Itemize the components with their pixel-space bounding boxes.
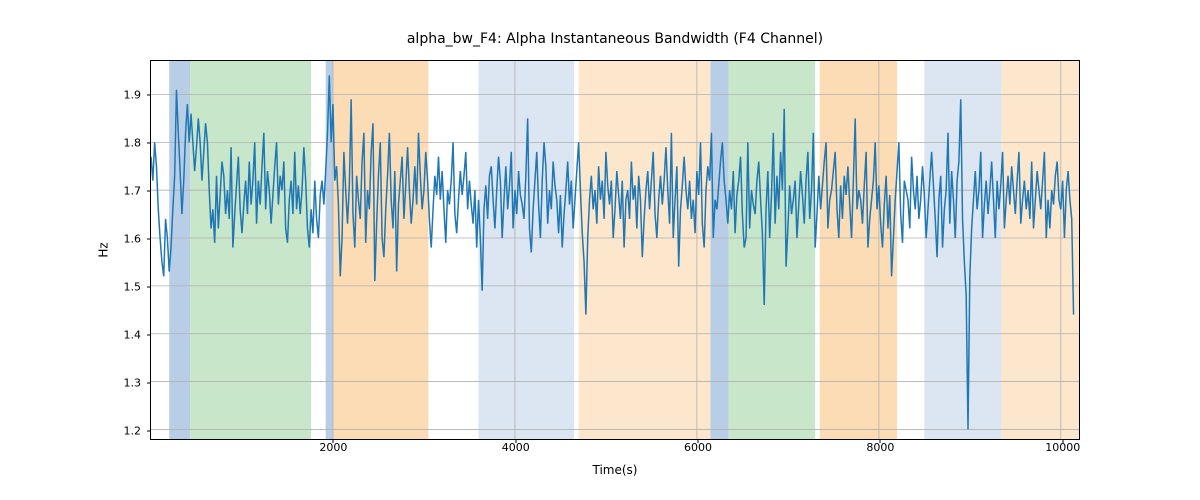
x-tick-mark — [333, 439, 334, 443]
x-tick-mark — [698, 439, 699, 443]
background-region — [190, 61, 311, 439]
y-axis-label: Hz — [97, 242, 111, 257]
y-tick-mark — [147, 94, 151, 95]
y-tick-mark — [147, 287, 151, 288]
y-tick-label: 1.7 — [124, 184, 142, 197]
background-region — [711, 61, 729, 439]
y-tick-mark — [147, 335, 151, 336]
y-tick-mark — [147, 190, 151, 191]
y-tick-label: 1.3 — [124, 377, 142, 390]
background-region-group — [169, 61, 1079, 439]
background-region — [924, 61, 1001, 439]
y-tick-label: 1.4 — [124, 329, 142, 342]
y-tick-mark — [147, 238, 151, 239]
chart-title: alpha_bw_F4: Alpha Instantaneous Bandwid… — [151, 31, 1079, 47]
x-tick-mark — [880, 439, 881, 443]
y-tick-label: 1.8 — [124, 136, 142, 149]
x-tick-labels: 200040006000800010000 — [151, 441, 1079, 457]
background-region — [1002, 61, 1079, 439]
x-tick-mark — [1062, 439, 1063, 443]
y-tick-mark — [147, 142, 151, 143]
plot-svg — [151, 61, 1079, 439]
background-region — [479, 61, 575, 439]
y-tick-label: 1.2 — [124, 425, 142, 438]
y-tick-label: 1.5 — [124, 281, 142, 294]
y-tick-label: 1.6 — [124, 232, 142, 245]
y-tick-mark — [147, 431, 151, 432]
x-axis-label: Time(s) — [151, 463, 1079, 477]
background-region — [820, 61, 897, 439]
x-tick-mark — [515, 439, 516, 443]
background-region — [729, 61, 815, 439]
background-region — [333, 61, 429, 439]
y-tick-label: 1.9 — [124, 88, 142, 101]
plot-area — [151, 61, 1079, 439]
figure: alpha_bw_F4: Alpha Instantaneous Bandwid… — [0, 0, 1200, 500]
background-region — [579, 61, 711, 439]
y-tick-mark — [147, 383, 151, 384]
chart-axes: alpha_bw_F4: Alpha Instantaneous Bandwid… — [150, 60, 1080, 440]
